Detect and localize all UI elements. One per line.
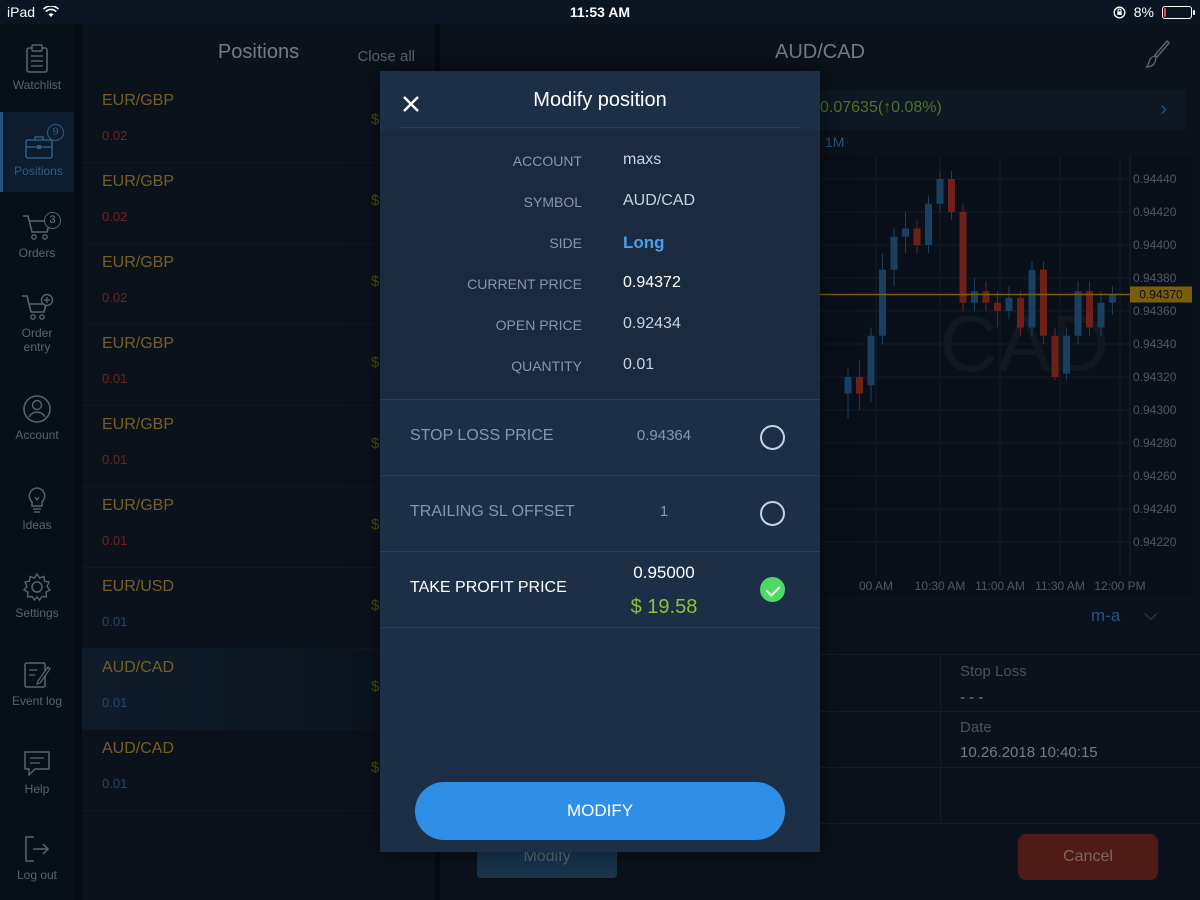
info-value: maxs [623, 151, 662, 168]
position-info: ACCOUNT maxs SYMBOL AUD/CAD SIDE Long CU… [380, 131, 820, 399]
rotation-lock-icon [1113, 6, 1126, 18]
info-label: CURRENT PRICE [467, 276, 582, 292]
info-row-symbol: SYMBOL AUD/CAD [380, 188, 820, 218]
trailing-sl-checkbox[interactable] [760, 501, 785, 526]
option-label: TRAILING SL OFFSET [410, 503, 575, 520]
info-label: QUANTITY [511, 358, 582, 374]
option-value[interactable]: 1 [600, 503, 728, 520]
clock: 11:53 AM [569, 4, 631, 20]
trailing-sl-row[interactable]: TRAILING SL OFFSET 1 [380, 475, 820, 551]
battery-icon [1162, 5, 1195, 19]
option-label: TAKE PROFIT PRICE [410, 579, 567, 596]
info-value: 0.92434 [623, 315, 681, 332]
take-profit-checkbox[interactable] [760, 577, 785, 602]
stop-loss-row[interactable]: STOP LOSS PRICE 0.94364 [380, 399, 820, 475]
option-value[interactable]: 0.95000 [600, 563, 728, 583]
info-label: OPEN PRICE [495, 317, 582, 333]
modify-position-dialog: Modify position ACCOUNT maxs SYMBOL AUD/… [380, 71, 820, 852]
info-value: 0.94372 [623, 274, 681, 291]
info-label: ACCOUNT [512, 153, 582, 169]
info-label: SIDE [549, 235, 582, 251]
take-profit-row[interactable]: TAKE PROFIT PRICE 0.95000 $ 19.58 [380, 551, 820, 627]
info-value: Long [623, 233, 665, 252]
info-row-quantity: QUANTITY 0.01 [380, 352, 820, 382]
battery-percent: 8% [1133, 4, 1154, 20]
info-value: 0.01 [623, 356, 655, 373]
info-value: AUD/CAD [623, 192, 696, 209]
option-label: STOP LOSS PRICE [410, 427, 554, 444]
status-bar: iPad 11:53 AM 8% [0, 0, 1200, 24]
take-profit-amount: $ 19.58 [630, 596, 698, 618]
stop-loss-checkbox[interactable] [760, 425, 785, 450]
info-row-open-price: OPEN PRICE 0.92434 [380, 311, 820, 341]
info-row-current-price: CURRENT PRICE 0.94372 [380, 270, 820, 300]
info-row-side: SIDE Long [380, 229, 820, 259]
dialog-title: Modify position [533, 89, 667, 111]
info-label: SYMBOL [523, 194, 582, 210]
info-row-account: ACCOUNT maxs [380, 147, 820, 177]
option-value[interactable]: 0.94364 [600, 427, 728, 444]
modify-button[interactable]: MODIFY [415, 782, 785, 840]
